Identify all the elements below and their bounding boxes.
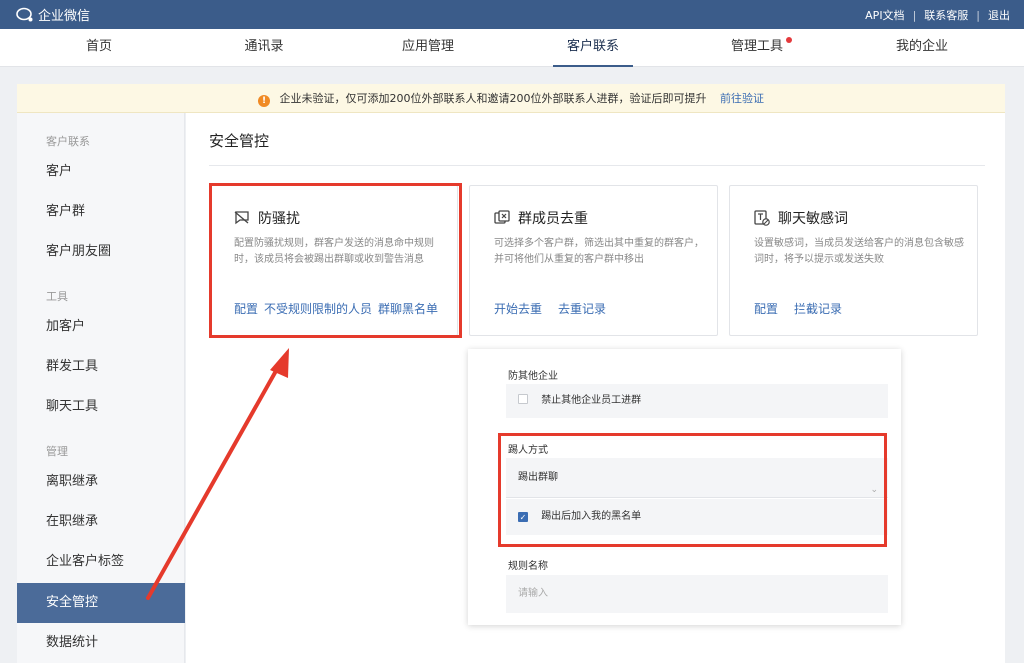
nav-app-management[interactable]: 应用管理 xyxy=(353,29,503,67)
contact-support-link[interactable]: 联系客服 xyxy=(924,7,968,23)
app-logo[interactable]: 企业微信 xyxy=(16,5,90,24)
top-bar: 企业微信 API文档 | 联系客服 | 退出 xyxy=(0,0,1024,29)
main-nav: 首页 通讯录 应用管理 客户联系 管理工具 我的企业 xyxy=(0,29,1024,67)
banner-text: 企业未验证，仅可添加200位外部联系人和邀请200位外部联系人进群，验证后即可提… xyxy=(279,92,707,105)
card-links: 配置 拦截记录 xyxy=(754,300,842,317)
start-dedupe-link[interactable]: 开始去重 xyxy=(494,300,542,317)
nav-contacts[interactable]: 通讯录 xyxy=(189,29,339,67)
card-description: 设置敏感词，当成员发送给客户的消息包含敏感词时，将予以提示或发送失败 xyxy=(754,238,964,265)
wecom-logo-icon xyxy=(16,7,33,21)
group-blacklist-link[interactable]: 群聊黑名单 xyxy=(378,300,438,317)
intercept-records-link[interactable]: 拦截记录 xyxy=(794,300,842,317)
nav-label: 首页 xyxy=(85,39,112,54)
input-placeholder: 请输入 xyxy=(518,588,548,599)
card-links: 开始去重 去重记录 xyxy=(494,300,606,317)
sidebar-item-chat-tools[interactable]: 聊天工具 xyxy=(17,387,185,427)
card-header: 聊天敏感词 xyxy=(754,208,848,228)
sidebar-item-moments[interactable]: 客户朋友圈 xyxy=(17,232,185,272)
nav-label: 我的企业 xyxy=(895,39,948,54)
sidebar: 客户联系 客户 客户群 客户朋友圈 工具 加客户 群发工具 聊天工具 管理 离职… xyxy=(17,113,185,663)
divider: | xyxy=(976,8,980,22)
card-description: 配置防骚扰规则，群客户发送的消息命中规则时，该成员将会被踢出群聊或收到警告消息 xyxy=(234,238,434,265)
nav-label: 通讯录 xyxy=(244,39,284,54)
api-docs-link[interactable]: API文档 xyxy=(865,7,904,23)
verification-banner: ! 企业未验证，仅可添加200位外部联系人和邀请200位外部联系人进群，验证后即… xyxy=(17,84,1005,113)
card-sensitive-words: 聊天敏感词 设置敏感词，当成员发送给客户的消息包含敏感词时，将予以提示或发送失败… xyxy=(729,185,978,336)
sidebar-group-management: 管理 xyxy=(46,445,68,458)
rule-settings-panel: 防其他企业 禁止其他企业员工进群 踢人方式 踢出群聊 ⌄ ✓ 踢出后加入我的黑名… xyxy=(468,349,901,625)
section-label-other-companies: 防其他企业 xyxy=(508,371,558,382)
nav-label: 应用管理 xyxy=(401,39,454,54)
select-value: 踢出群聊 xyxy=(518,472,558,483)
page-title: 安全管控 xyxy=(209,132,270,150)
harassment-icon xyxy=(234,211,249,225)
section-label-kick-method: 踢人方式 xyxy=(508,445,548,456)
logout-link[interactable]: 退出 xyxy=(988,7,1010,23)
rule-name-input[interactable]: 请输入 xyxy=(506,575,888,613)
sidebar-item-customer-tags[interactable]: 企业客户标签 xyxy=(17,542,185,582)
configure-link[interactable]: 配置 xyxy=(234,300,258,317)
sidebar-group-tools: 工具 xyxy=(46,290,68,303)
sidebar-group-customer-contact: 客户联系 xyxy=(46,135,90,148)
sidebar-item-customer-groups[interactable]: 客户群 xyxy=(17,192,185,232)
kick-method-select[interactable]: 踢出群聊 ⌄ xyxy=(506,458,888,498)
block-other-company-option[interactable]: 禁止其他企业员工进群 xyxy=(506,384,888,418)
divider xyxy=(209,165,985,166)
nav-management-tools[interactable]: 管理工具 xyxy=(682,29,832,67)
card-title: 聊天敏感词 xyxy=(778,211,848,227)
configure-link[interactable]: 配置 xyxy=(754,300,778,317)
app-title: 企业微信 xyxy=(38,9,91,24)
sidebar-item-customers[interactable]: 客户 xyxy=(17,152,185,192)
checkbox-label: 禁止其他企业员工进群 xyxy=(541,395,642,406)
card-dedupe: 群成员去重 可选择多个客户群，筛选出其中重复的群客户，并可将他们从重复的客户群中… xyxy=(469,185,718,336)
warning-icon: ! xyxy=(258,95,270,107)
sensitive-word-icon xyxy=(754,210,770,226)
card-title: 防骚扰 xyxy=(258,211,300,227)
exempt-members-link[interactable]: 不受规则限制的人员 xyxy=(264,300,372,317)
top-links: API文档 | 联系客服 | 退出 xyxy=(865,7,1010,23)
checkbox-label: 踢出后加入我的黑名单 xyxy=(541,511,642,522)
nav-home[interactable]: 首页 xyxy=(24,29,174,67)
dedupe-records-link[interactable]: 去重记录 xyxy=(558,300,606,317)
card-anti-harassment: 防骚扰 配置防骚扰规则，群客户发送的消息命中规则时，该成员将会被踢出群聊或收到警… xyxy=(209,185,458,336)
nav-customer-contact[interactable]: 客户联系 xyxy=(518,29,668,67)
nav-my-company[interactable]: 我的企业 xyxy=(847,29,997,67)
sidebar-item-add-customers[interactable]: 加客户 xyxy=(17,307,185,347)
sidebar-item-security[interactable]: 安全管控 xyxy=(17,583,185,623)
sidebar-item-resigned-transfer[interactable]: 离职继承 xyxy=(17,462,185,502)
card-header: 防骚扰 xyxy=(234,208,300,228)
sidebar-item-statistics[interactable]: 数据统计 xyxy=(17,623,185,663)
sidebar-item-active-transfer[interactable]: 在职继承 xyxy=(17,502,185,542)
nav-label: 管理工具 xyxy=(730,39,783,54)
notification-dot xyxy=(786,37,792,43)
card-description: 可选择多个客户群，筛选出其中重复的群客户，并可将他们从重复的客户群中移出 xyxy=(494,238,704,265)
divider: | xyxy=(912,8,917,22)
card-title: 群成员去重 xyxy=(518,211,588,227)
dedupe-icon xyxy=(494,210,510,224)
nav-label: 客户联系 xyxy=(566,39,619,54)
sidebar-item-mass-send[interactable]: 群发工具 xyxy=(17,347,185,387)
add-to-blacklist-option[interactable]: ✓ 踢出后加入我的黑名单 xyxy=(506,499,888,535)
add-to-blacklist-checkbox[interactable]: ✓ xyxy=(518,512,528,522)
card-header: 群成员去重 xyxy=(494,208,588,228)
card-links: 配置 不受规则限制的人员 群聊黑名单 xyxy=(234,300,438,317)
verify-link[interactable]: 前往验证 xyxy=(720,92,764,105)
block-other-company-checkbox[interactable] xyxy=(518,394,528,404)
section-label-rule-name: 规则名称 xyxy=(508,561,548,572)
